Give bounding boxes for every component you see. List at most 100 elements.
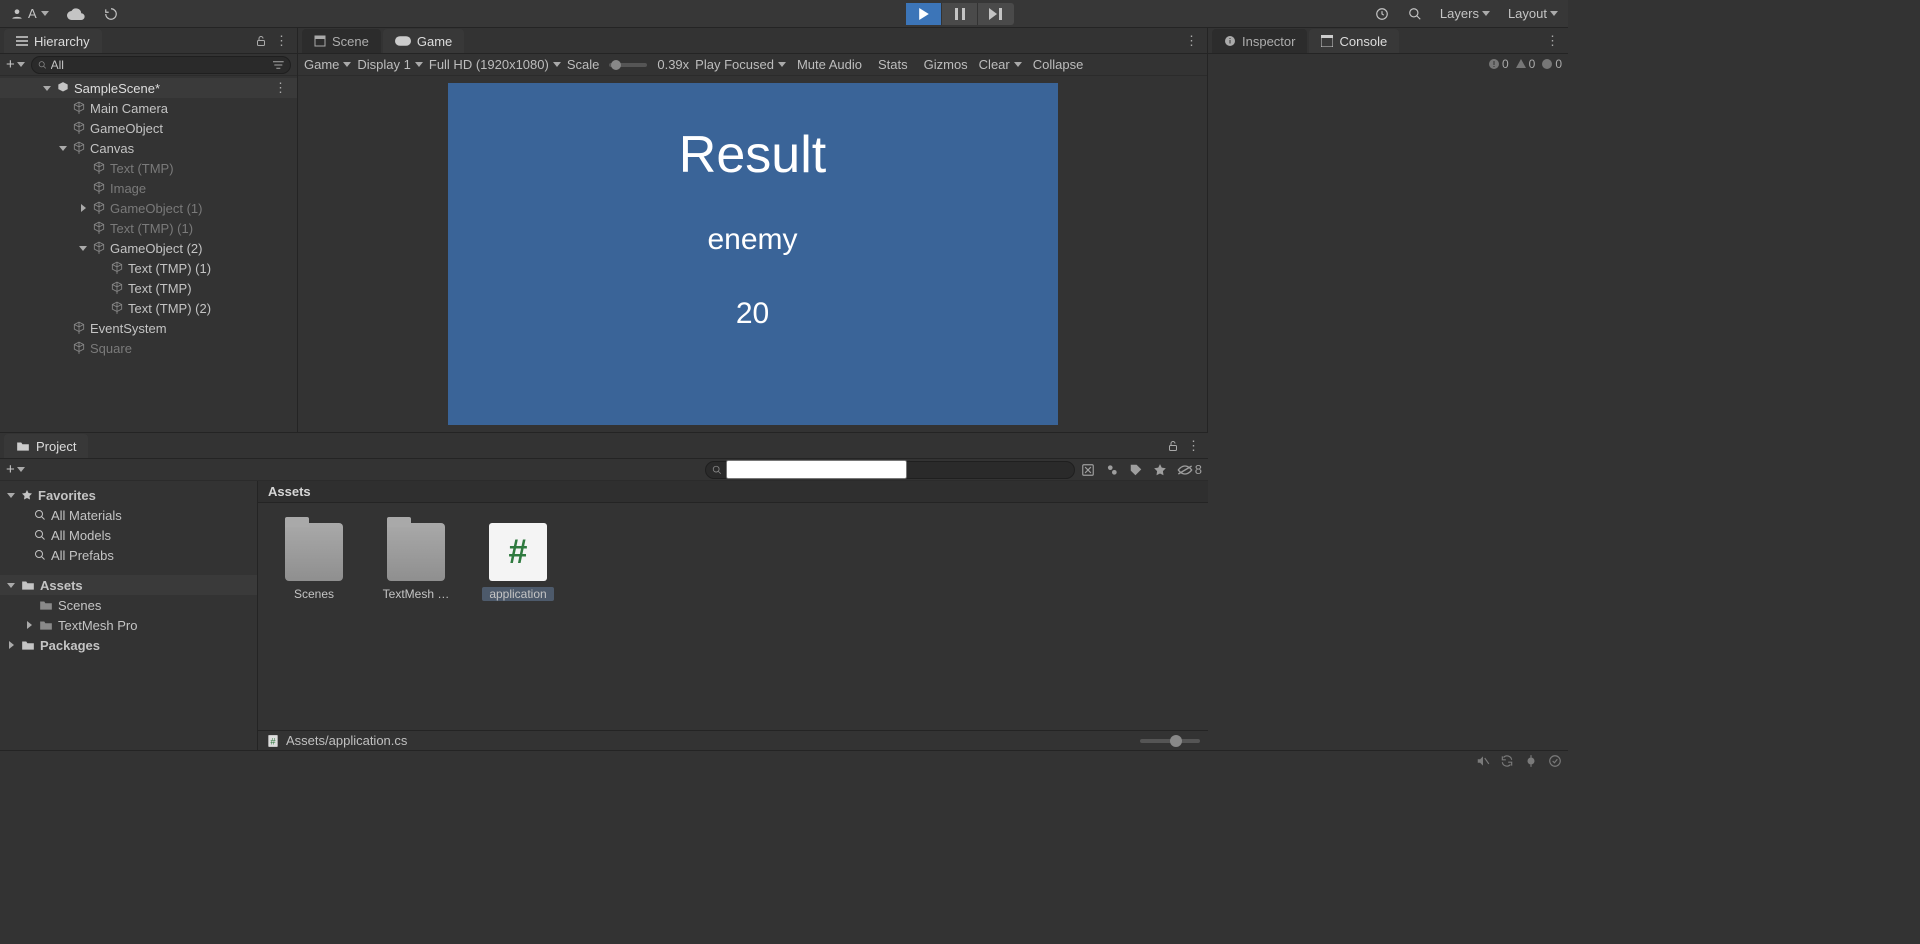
assets-header[interactable]: Assets [0, 575, 257, 595]
hierarchy-item[interactable]: Text (TMP) (1) [0, 258, 297, 278]
hierarchy-item[interactable]: Square [0, 338, 297, 358]
undo-history-button[interactable] [1368, 4, 1396, 24]
item-label: Main Camera [90, 101, 168, 116]
favorite-item[interactable]: All Prefabs [0, 545, 257, 565]
hidden-items-toggle[interactable]: 8 [1177, 462, 1202, 477]
step-button[interactable] [978, 3, 1014, 25]
stats-toggle[interactable]: Stats [873, 57, 913, 72]
hierarchy-item[interactable]: Text (TMP) [0, 158, 297, 178]
hierarchy-item[interactable]: GameObject (2) [0, 238, 297, 258]
hierarchy-search-input[interactable] [51, 58, 270, 72]
panel-menu-button[interactable]: ⋮ [1546, 33, 1560, 49]
info-count[interactable]: 0 [1541, 57, 1562, 71]
game-tab[interactable]: Game [383, 29, 464, 53]
item-label: Text (TMP) [128, 281, 192, 296]
cloud-button[interactable] [61, 4, 91, 24]
asset-folder-item[interactable]: TextMesh Pro [0, 615, 257, 635]
hierarchy-item[interactable]: Text (TMP) (2) [0, 298, 297, 318]
hierarchy-item[interactable]: Image [0, 178, 297, 198]
panel-menu-button[interactable]: ⋮ [1185, 33, 1199, 49]
project-search-input[interactable] [726, 460, 907, 479]
error-count[interactable]: 0 [1488, 57, 1509, 71]
play-focused-label: Play Focused [695, 57, 774, 72]
project-item[interactable]: Scenes [278, 523, 350, 601]
console-tab[interactable]: Console [1309, 29, 1399, 53]
account-dropdown[interactable]: A [4, 4, 55, 24]
chevron-down-icon [17, 62, 25, 67]
favorites-header[interactable]: Favorites [0, 485, 257, 505]
hierarchy-item[interactable]: Main Camera [0, 98, 297, 118]
search-icon [34, 549, 46, 561]
resolution-dropdown[interactable]: Full HD (1920x1080) [429, 57, 561, 72]
gameobject-icon [110, 281, 124, 295]
favorite-item[interactable]: All Materials [0, 505, 257, 525]
scale-slider[interactable] [609, 63, 647, 67]
hierarchy-item[interactable]: Text (TMP) (1) [0, 218, 297, 238]
pause-button[interactable] [942, 3, 978, 25]
packages-header[interactable]: Packages [0, 635, 257, 655]
thumbnail-size-slider[interactable] [1140, 739, 1200, 743]
play-icon [918, 8, 930, 20]
lock-icon[interactable] [255, 35, 267, 47]
global-search-button[interactable] [1402, 4, 1428, 24]
favorite-item[interactable]: All Models [0, 525, 257, 545]
game-mode-dropdown[interactable]: Game [304, 57, 351, 72]
info-icon [1224, 35, 1236, 47]
scene-tab[interactable]: Scene [302, 29, 381, 53]
auto-refresh-icon[interactable] [1500, 754, 1514, 768]
hierarchy-item[interactable]: Text (TMP) [0, 278, 297, 298]
chevron-down-icon [343, 62, 351, 67]
play-button[interactable] [906, 3, 942, 25]
item-label: Canvas [90, 141, 134, 156]
project-item[interactable]: TextMesh … [380, 523, 452, 601]
search-icon [34, 529, 46, 541]
search-filter-icon[interactable] [273, 59, 284, 71]
debug-icon[interactable] [1524, 754, 1538, 768]
project-grid: Scenes TextMesh … #application [258, 503, 1208, 730]
project-create-dropdown[interactable]: + [6, 461, 25, 478]
project-item[interactable]: #application [482, 523, 554, 601]
item-label: GameObject (1) [110, 201, 202, 216]
hierarchy-item[interactable]: Canvas [0, 138, 297, 158]
scene-row[interactable]: SampleScene* ⋮ [0, 78, 297, 98]
hierarchy-item[interactable]: EventSystem [0, 318, 297, 338]
project-search[interactable] [705, 461, 1075, 479]
history-menu-button[interactable] [97, 4, 125, 24]
lock-icon[interactable] [1167, 440, 1179, 452]
layout-dropdown[interactable]: Layout [1502, 4, 1564, 24]
create-dropdown[interactable]: + [6, 56, 25, 73]
game-toolbar: Game Display 1 Full HD (1920x1080) Scale… [298, 54, 1207, 76]
project-tree: Favorites All MaterialsAll ModelsAll Pre… [0, 481, 258, 750]
gameobject-icon [92, 161, 106, 175]
gizmos-toggle[interactable]: Gizmos [919, 57, 973, 72]
hierarchy-tab[interactable]: Hierarchy [4, 29, 102, 53]
warning-count[interactable]: 0 [1515, 57, 1536, 71]
search-collab-icon[interactable] [1081, 463, 1095, 477]
display-dropdown[interactable]: Display 1 [357, 57, 422, 72]
mute-audio-toggle[interactable]: Mute Audio [792, 57, 867, 72]
panel-menu-button[interactable]: ⋮ [1187, 438, 1200, 454]
gameobject-icon [72, 101, 86, 115]
hierarchy-item[interactable]: GameObject (1) [0, 198, 297, 218]
favorite-icon[interactable] [1153, 463, 1167, 477]
layers-dropdown[interactable]: Layers [1434, 4, 1496, 24]
filter-by-label-icon[interactable] [1129, 463, 1143, 477]
layers-label: Layers [1440, 6, 1479, 21]
play-focused-dropdown[interactable]: Play Focused [695, 57, 786, 72]
footer-path: Assets/application.cs [286, 733, 407, 748]
muted-icon[interactable] [1476, 754, 1490, 768]
scene-menu-button[interactable]: ⋮ [270, 80, 291, 96]
panel-menu-button[interactable]: ⋮ [275, 33, 289, 49]
inspector-tab[interactable]: Inspector [1212, 29, 1307, 53]
progress-icon[interactable] [1548, 754, 1562, 768]
hierarchy-item[interactable]: GameObject [0, 118, 297, 138]
clear-dropdown[interactable]: Clear [979, 57, 1022, 72]
project-breadcrumb[interactable]: Assets [258, 481, 1208, 503]
search-icon [712, 465, 722, 475]
filter-by-type-icon[interactable] [1105, 463, 1119, 477]
scene-icon [314, 35, 326, 47]
collapse-toggle[interactable]: Collapse [1028, 57, 1089, 72]
asset-folder-item[interactable]: Scenes [0, 595, 257, 615]
project-tab[interactable]: Project [4, 434, 88, 458]
hierarchy-search[interactable] [31, 56, 291, 74]
